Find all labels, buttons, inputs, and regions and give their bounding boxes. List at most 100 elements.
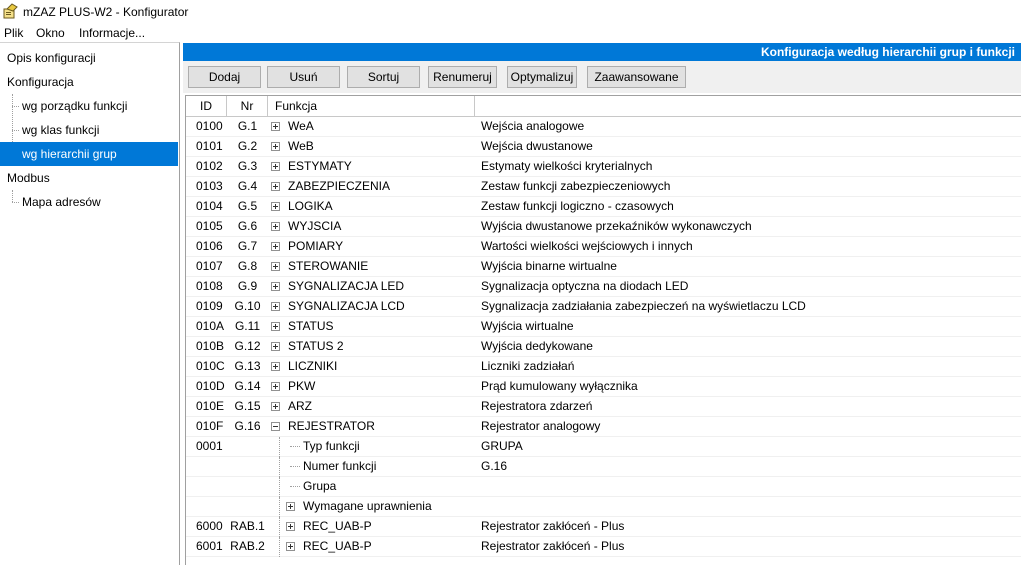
tree-connector <box>290 466 300 467</box>
table-row[interactable]: 0001 Typ funkcji GRUPA <box>186 437 1021 457</box>
delete-button[interactable]: Usuń <box>267 66 340 88</box>
sidebar-item-label: Mapa adresów <box>22 195 101 209</box>
tree-connector <box>290 486 300 487</box>
renumber-button[interactable]: Renumeruj <box>428 66 497 88</box>
table-row[interactable]: Grupa <box>186 477 1021 497</box>
sidebar-item-mapa-adresow[interactable]: Mapa adresów <box>0 190 178 214</box>
table-row[interactable]: 0107 G.8 STEROWANIE Wyjścia binarne wirtual… <box>186 257 1021 277</box>
sort-button[interactable]: Sortuj <box>347 66 420 88</box>
cell-nr: G.12 <box>234 339 261 353</box>
table-row[interactable]: 010D G.14 PKW Prąd kumulowany wyłącznika <box>186 377 1021 397</box>
column-header-funkcja[interactable]: Funkcja <box>268 96 475 116</box>
cell-nr: G.16 <box>234 419 261 433</box>
collapse-icon[interactable] <box>271 422 280 431</box>
cell-description: Rejestrator zakłóceń - Plus <box>481 539 625 553</box>
cell-function: ZABEZPIECZENIA <box>288 179 391 193</box>
tree-connector <box>279 477 280 497</box>
cell-description: Zestaw funkcji zabezpieczeniowych <box>481 179 671 193</box>
sidebar-item-wg-klas-funkcji[interactable]: wg klas funkcji <box>0 118 178 142</box>
cell-id: 010D <box>196 379 225 393</box>
main-panel: Konfiguracja według hierarchii grup i fu… <box>183 42 1021 565</box>
table-row[interactable]: 010B G.12 STATUS 2 Wyjścia dedykowane <box>186 337 1021 357</box>
expand-icon[interactable] <box>271 142 280 151</box>
sidebar-item-wg-porzadku-funkcji[interactable]: wg porządku funkcji <box>0 94 178 118</box>
expand-icon[interactable] <box>271 302 280 311</box>
cell-function: STATUS 2 <box>288 339 344 353</box>
tree-connector <box>279 497 280 517</box>
table-row[interactable]: 010E G.15 ARZ Rejestratora zdarzeń <box>186 397 1021 417</box>
table-row[interactable]: 0103 G.4 ZABEZPIECZENIA Zestaw funkcji zabe… <box>186 177 1021 197</box>
window-title: mZAZ PLUS-W2 - Konfigurator <box>23 5 189 19</box>
cell-id: 0105 <box>196 219 223 233</box>
tree-connector <box>279 517 280 537</box>
expand-icon[interactable] <box>271 262 280 271</box>
cell-id: 6001 <box>196 539 223 553</box>
expand-icon[interactable] <box>271 322 280 331</box>
expand-icon[interactable] <box>271 122 280 131</box>
table-row[interactable]: 010F G.16 REJESTRATOR Rejestrator analogowy <box>186 417 1021 437</box>
sidebar-item-opis-konfiguracji[interactable]: Opis konfiguracji <box>0 46 178 70</box>
config-tree-grid: ID Nr Funkcja 0100 G.1 WeA Wejścia analogow… <box>185 95 1021 565</box>
expand-icon[interactable] <box>286 542 295 551</box>
add-button[interactable]: Dodaj <box>188 66 261 88</box>
tree-connector <box>290 446 300 447</box>
cell-id: 010B <box>196 339 225 353</box>
table-row[interactable]: 0104 G.5 LOGIKA Zestaw funkcji logiczno - c… <box>186 197 1021 217</box>
cell-id: 6000 <box>196 519 223 533</box>
cell-function: STATUS <box>288 319 334 333</box>
column-header-nr[interactable]: Nr <box>227 96 268 116</box>
expand-icon[interactable] <box>271 382 280 391</box>
cell-nr <box>227 477 268 496</box>
table-row[interactable]: 0105 G.6 WYJSCIA Wyjścia dwustanowe przekaź… <box>186 217 1021 237</box>
cell-description: Zestaw funkcji logiczno - czasowych <box>481 199 674 213</box>
cell-nr: RAB.2 <box>230 539 265 553</box>
cell-function: REC_UAB-P <box>303 539 372 553</box>
sidebar-item-modbus[interactable]: Modbus <box>0 166 178 190</box>
expand-icon[interactable] <box>271 202 280 211</box>
table-row[interactable]: 010A G.11 STATUS Wyjścia wirtualne <box>186 317 1021 337</box>
table-row[interactable]: 0106 G.7 POMIARY Wartości wielkości wejścio… <box>186 237 1021 257</box>
column-header-id[interactable]: ID <box>186 96 227 116</box>
cell-function: PKW <box>288 379 316 393</box>
expand-icon[interactable] <box>286 522 295 531</box>
cell-nr: G.9 <box>237 279 258 293</box>
advanced-button[interactable]: Zaawansowane <box>587 66 686 88</box>
table-row[interactable]: 0101 G.2 WeB Wejścia dwustanowe <box>186 137 1021 157</box>
expand-icon[interactable] <box>271 222 280 231</box>
expand-icon[interactable] <box>271 342 280 351</box>
cell-id: 0102 <box>196 159 223 173</box>
expand-icon[interactable] <box>271 162 280 171</box>
cell-id: 010F <box>196 419 224 433</box>
expand-icon[interactable] <box>271 182 280 191</box>
cell-function: SYGNALIZACJA LED <box>288 279 405 293</box>
expand-icon[interactable] <box>271 282 280 291</box>
cell-function: WeB <box>288 139 314 153</box>
table-row[interactable]: Numer funkcji G.16 <box>186 457 1021 477</box>
table-row[interactable]: 0100 G.1 WeA Wejścia analogowe <box>186 117 1021 137</box>
table-row[interactable]: 0102 G.3 ESTYMATY Estymaty wielkości kryter… <box>186 157 1021 177</box>
menu-item-informacje[interactable]: Informacje... <box>79 25 145 41</box>
menu-item-plik[interactable]: Plik <box>4 25 23 41</box>
expand-icon[interactable] <box>286 502 295 511</box>
table-row[interactable]: 6000 RAB.1 REC_UAB-P Rejestrator zakłóceń -… <box>186 517 1021 537</box>
cell-nr <box>227 437 268 456</box>
table-row[interactable]: Wymagane uprawnienia <box>186 497 1021 517</box>
table-row[interactable]: 0108 G.9 SYGNALIZACJA LED Sygnalizacja opty… <box>186 277 1021 297</box>
column-header-description[interactable] <box>475 96 1021 116</box>
expand-icon[interactable] <box>271 362 280 371</box>
table-row[interactable]: 0109 G.10 SYGNALIZACJA LCD Sygnalizacja zad… <box>186 297 1021 317</box>
cell-nr: G.11 <box>234 319 261 333</box>
sidebar-item-konfiguracja[interactable]: Konfiguracja <box>0 70 178 94</box>
cell-description: G.16 <box>481 459 508 473</box>
cell-id: 0108 <box>196 279 223 293</box>
expand-icon[interactable] <box>271 242 280 251</box>
cell-function: Typ funkcji <box>303 439 360 453</box>
sidebar-item-wg-hierarchii-grup[interactable]: wg hierarchii grup <box>0 142 178 166</box>
cell-function: POMIARY <box>288 239 344 253</box>
menu-item-okno[interactable]: Okno <box>36 25 65 41</box>
expand-icon[interactable] <box>271 402 280 411</box>
app-icon <box>3 3 18 19</box>
table-row[interactable]: 6001 RAB.2 REC_UAB-P Rejestrator zakłóceń -… <box>186 537 1021 557</box>
optimize-button[interactable]: Optymalizuj <box>507 66 577 88</box>
table-row[interactable]: 010C G.13 LICZNIKI Liczniki zadziałań <box>186 357 1021 377</box>
